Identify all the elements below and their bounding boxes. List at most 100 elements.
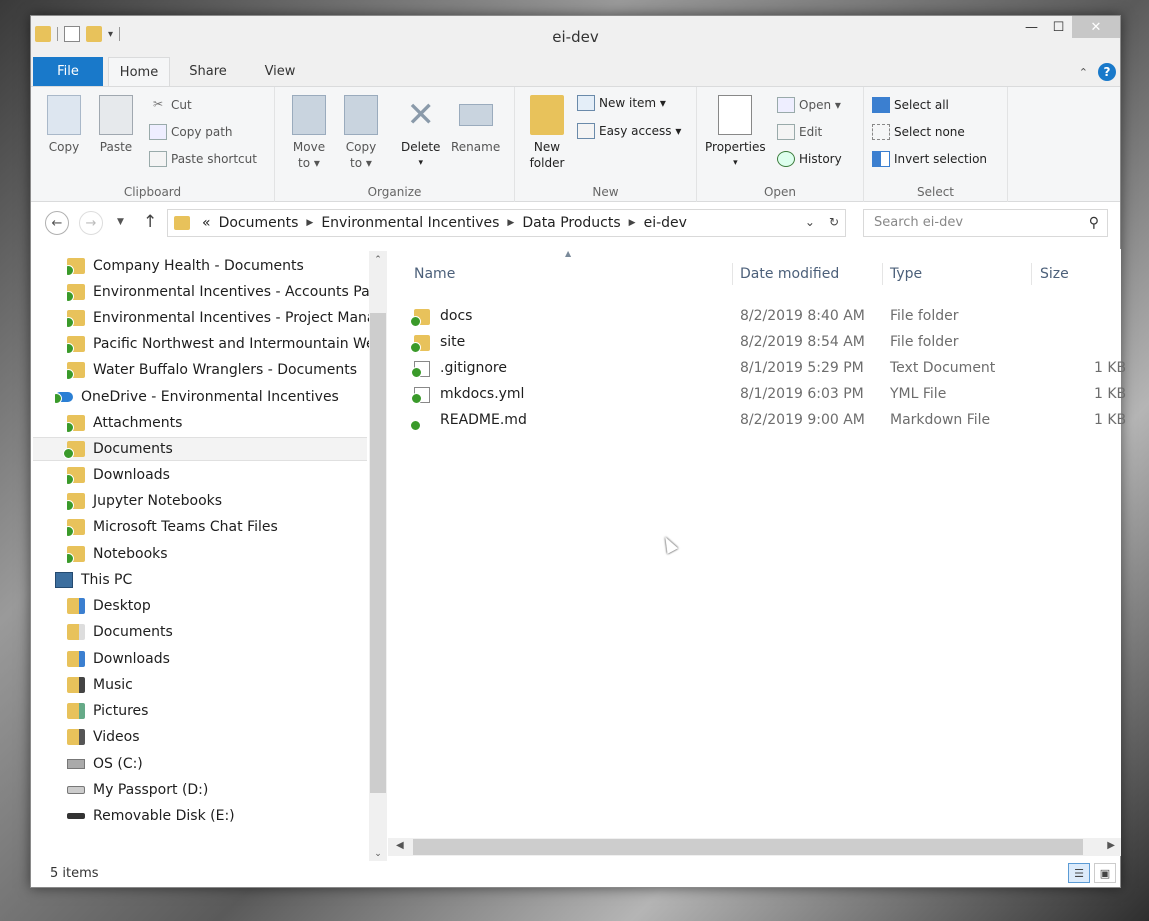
- paste-button[interactable]: Paste: [99, 95, 133, 155]
- new-folder-button[interactable]: New folder: [527, 95, 567, 171]
- music-folder-icon: [67, 677, 85, 693]
- breadcrumb-documents[interactable]: Documents: [219, 215, 299, 231]
- search-icon[interactable]: ⚲: [1089, 210, 1099, 236]
- synced-folder-icon: [67, 546, 85, 564]
- help-icon[interactable]: ?: [1098, 63, 1116, 81]
- title-bar: ▾ ei-dev — ☐ ✕: [31, 16, 1120, 56]
- copy-path-button[interactable]: Copy path: [149, 124, 233, 140]
- nav-item-videos[interactable]: Videos: [67, 725, 140, 749]
- details-view-icon[interactable]: ☰: [1068, 863, 1090, 883]
- nav-item-company-health[interactable]: Company Health - Documents: [67, 254, 304, 278]
- scrollbar-thumb[interactable]: [370, 313, 386, 793]
- column-header-size[interactable]: Size: [1040, 266, 1069, 286]
- nav-item-os-c[interactable]: OS (C:): [67, 752, 143, 776]
- scroll-down-icon[interactable]: ⌄: [369, 849, 387, 859]
- recent-locations-chevron-icon[interactable]: ▼: [117, 217, 124, 227]
- easy-access-button[interactable]: Easy access ▾: [577, 123, 681, 139]
- cut-button[interactable]: ✂ Cut: [149, 97, 192, 113]
- nav-item-accounts-payable[interactable]: Environmental Incentives - Accounts Pay: [67, 280, 378, 304]
- file-list-scrollbar[interactable]: ◀ ▶: [388, 838, 1121, 856]
- breadcrumb-overflow[interactable]: «: [202, 215, 211, 231]
- file-row-readme[interactable]: README.md 8/2/2019 9:00 AM Markdown File…: [408, 409, 1126, 433]
- nav-item-pc-documents[interactable]: Documents: [67, 620, 173, 644]
- search-input[interactable]: Search ei-dev ⚲: [863, 209, 1108, 237]
- back-button[interactable]: ←: [45, 211, 69, 235]
- select-none-button[interactable]: Select none: [872, 124, 965, 140]
- move-to-button[interactable]: Move to ▾: [289, 95, 329, 171]
- rename-button[interactable]: Rename: [451, 95, 500, 155]
- nav-item-this-pc[interactable]: This PC: [55, 568, 132, 592]
- nav-item-water-buffalo[interactable]: Water Buffalo Wranglers - Documents: [67, 358, 357, 382]
- column-header-type[interactable]: Type: [890, 266, 922, 286]
- copy-label: Copy: [48, 140, 80, 154]
- chevron-right-icon[interactable]: ▶: [306, 218, 313, 228]
- copy-to-button[interactable]: Copy to ▾: [341, 95, 381, 171]
- explorer-window: ▾ ei-dev — ☐ ✕ File Home Share View ⌃ ? …: [30, 15, 1126, 888]
- nav-item-removable-disk-e[interactable]: Removable Disk (E:): [67, 804, 235, 828]
- edit-button[interactable]: Edit: [777, 124, 822, 140]
- properties-button[interactable]: Properties ▾: [705, 95, 766, 171]
- copy-button[interactable]: Copy: [47, 95, 81, 155]
- forward-button[interactable]: →: [79, 211, 103, 235]
- file-row-docs[interactable]: docs 8/2/2019 8:40 AM File folder: [408, 305, 1121, 329]
- nav-item-downloads[interactable]: Downloads: [67, 463, 170, 487]
- breadcrumb-data-products[interactable]: Data Products: [522, 215, 620, 231]
- refresh-icon[interactable]: ↻: [829, 215, 839, 229]
- nav-item-my-passport-d[interactable]: My Passport (D:): [67, 778, 208, 802]
- nav-item-documents[interactable]: Documents: [33, 437, 367, 461]
- chevron-up-icon[interactable]: ⌃: [1079, 66, 1088, 79]
- up-arrow-icon[interactable]: ↑: [143, 212, 157, 232]
- paste-shortcut-button[interactable]: Paste shortcut: [149, 151, 257, 167]
- nav-item-music[interactable]: Music: [67, 673, 133, 697]
- tab-share[interactable]: Share: [177, 57, 239, 86]
- new-item-button[interactable]: New item ▾: [577, 95, 666, 111]
- nav-item-pacific-northwest[interactable]: Pacific Northwest and Intermountain We: [67, 332, 375, 356]
- column-divider[interactable]: [882, 263, 883, 285]
- tab-file[interactable]: File: [33, 57, 103, 86]
- nav-item-project-management[interactable]: Environmental Incentives - Project Manag: [67, 306, 384, 330]
- nav-item-jupyter-notebooks[interactable]: Jupyter Notebooks: [67, 489, 222, 513]
- file-row-gitignore[interactable]: .gitignore 8/1/2019 5:29 PM Text Documen…: [408, 357, 1126, 381]
- minimize-button[interactable]: —: [1018, 16, 1045, 38]
- tab-home[interactable]: Home: [108, 57, 170, 86]
- history-button[interactable]: History: [777, 151, 842, 167]
- delete-button[interactable]: ✕ Delete ▾: [401, 95, 440, 171]
- file-name: .gitignore: [440, 360, 507, 376]
- column-header-date-modified[interactable]: Date modified: [740, 266, 839, 286]
- nav-item-onedrive[interactable]: OneDrive - Environmental Incentives: [55, 385, 339, 409]
- tab-view[interactable]: View: [245, 57, 315, 86]
- select-all-button[interactable]: Select all: [872, 97, 949, 113]
- nav-item-desktop[interactable]: Desktop: [67, 594, 151, 618]
- open-button[interactable]: Open ▾: [777, 97, 841, 113]
- paste-label: Paste: [99, 140, 133, 154]
- large-icons-view-icon[interactable]: ▣: [1094, 863, 1116, 883]
- scroll-right-icon[interactable]: ▶: [1107, 840, 1115, 851]
- chevron-right-icon[interactable]: ▶: [629, 218, 636, 228]
- file-row-mkdocs[interactable]: mkdocs.yml 8/1/2019 6:03 PM YML File 1 K…: [408, 383, 1126, 407]
- breadcrumb-ei-dev[interactable]: ei-dev: [644, 215, 687, 231]
- scrollbar-thumb[interactable]: [413, 839, 1083, 855]
- file-icon: [411, 387, 430, 404]
- column-divider[interactable]: [1031, 263, 1032, 285]
- chevron-down-icon[interactable]: ⌄: [805, 215, 815, 229]
- nav-item-notebooks[interactable]: Notebooks: [67, 542, 168, 566]
- nav-pane-scrollbar[interactable]: ⌃ ⌄: [369, 251, 387, 863]
- nav-item-attachments[interactable]: Attachments: [67, 411, 182, 435]
- nav-item-pictures[interactable]: Pictures: [67, 699, 148, 723]
- close-button[interactable]: ✕: [1072, 16, 1120, 38]
- invert-selection-button[interactable]: Invert selection: [872, 151, 987, 167]
- column-divider[interactable]: [732, 263, 733, 285]
- file-date: 8/2/2019 9:00 AM: [740, 412, 865, 428]
- file-row-site[interactable]: site 8/2/2019 8:54 AM File folder: [408, 331, 1121, 355]
- column-header-name[interactable]: Name: [414, 266, 455, 286]
- chevron-right-icon[interactable]: ▶: [507, 218, 514, 228]
- maximize-button[interactable]: ☐: [1045, 16, 1072, 38]
- synced-folder-icon: [67, 310, 85, 328]
- scroll-left-icon[interactable]: ◀: [396, 840, 404, 851]
- nav-item-pc-downloads[interactable]: Downloads: [67, 647, 170, 671]
- address-bar[interactable]: « Documents ▶ Environmental Incentives ▶…: [167, 209, 846, 237]
- breadcrumb-environmental-incentives[interactable]: Environmental Incentives: [321, 215, 499, 231]
- nav-item-label: Notebooks: [93, 546, 168, 562]
- scroll-up-icon[interactable]: ⌃: [369, 255, 387, 265]
- nav-item-teams-chat-files[interactable]: Microsoft Teams Chat Files: [67, 515, 278, 539]
